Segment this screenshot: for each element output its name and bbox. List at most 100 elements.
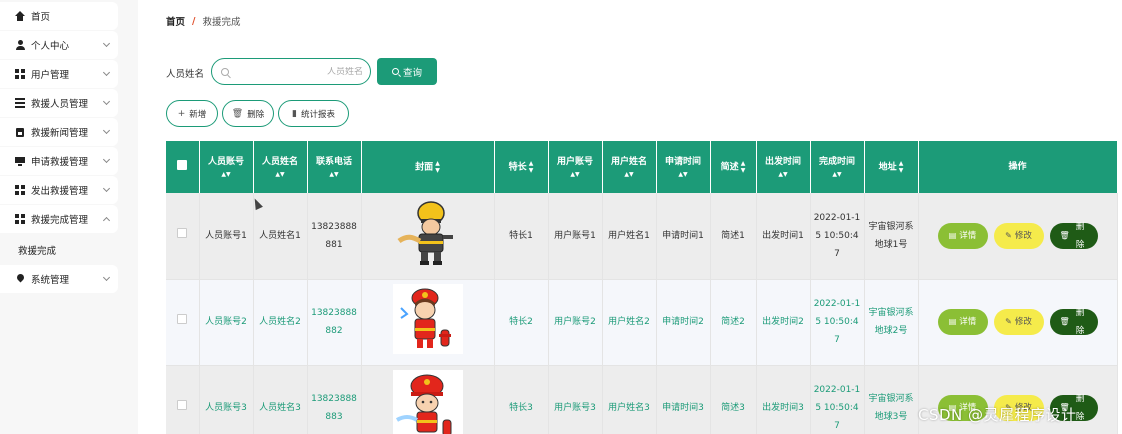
header-select-all[interactable] — [166, 141, 200, 193]
sidebar-subitem-finished[interactable]: 救援完成 — [0, 237, 118, 263]
cell-address: 宇宙银河系地球2号 — [864, 279, 919, 366]
header-user-account[interactable]: 用户账号 ▲▼ — [548, 141, 603, 193]
row-checkbox-cell[interactable] — [166, 193, 200, 280]
cell-finish-time: 2022-01-15 10:50:47 — [810, 279, 865, 366]
cell-finish-time: 2022-01-15 10:50:47 — [810, 365, 865, 434]
edit-button[interactable]: ✎ 修改 — [993, 222, 1044, 249]
chevron-down-icon — [102, 68, 111, 77]
sidebar-item-label: 个人中心 — [31, 41, 70, 52]
cell-cover — [361, 279, 495, 366]
header-apply-time[interactable]: 申请时间 ▲▼ — [656, 141, 711, 193]
delete-row-button-label: 删除 — [1075, 308, 1085, 336]
bar-chart-icon: ▮ — [292, 108, 297, 119]
delete-row-button[interactable]: 🗑 删除 — [1049, 308, 1098, 336]
header-account-label: 人员账号 — [207, 157, 244, 167]
pin-icon — [15, 272, 26, 284]
sidebar-item-news[interactable]: 救援新闻管理 — [0, 118, 118, 146]
document-icon: ▤ — [948, 317, 957, 326]
report-button[interactable]: ▮ 统计报表 — [278, 100, 349, 127]
header-phone[interactable]: 联系电话 ▲▼ — [307, 141, 362, 193]
select-all-checkbox[interactable] — [177, 159, 188, 170]
header-ops: 操作 — [918, 141, 1118, 193]
chevron-down-icon — [102, 126, 111, 135]
header-account[interactable]: 人员账号 ▲▼ — [199, 141, 254, 193]
grid-icon — [15, 69, 25, 79]
sidebar-item-users[interactable]: 用户管理 — [0, 60, 118, 88]
header-address[interactable]: 地址 ▲ ▼ — [864, 141, 919, 193]
cell-account: 人员账号1 — [199, 193, 254, 280]
cell-apply-time: 申请时间1 — [656, 193, 711, 280]
detail-button-label: 详情 — [959, 317, 977, 327]
delete-button[interactable]: 🗑 删除 — [222, 100, 274, 127]
detail-button[interactable]: ▤ 详情 — [937, 309, 988, 335]
cell-account: 人员账号3 — [199, 365, 254, 434]
sidebar-item-home[interactable]: 首页 — [0, 2, 118, 30]
grid-icon — [15, 214, 25, 224]
cell-cover — [361, 365, 495, 434]
detail-button[interactable]: ▤ 详情 — [937, 222, 988, 249]
header-finish-time[interactable]: 完成时间 ▲▼ — [810, 141, 865, 193]
cell-brief: 简述1 — [710, 193, 757, 280]
cell-user-account: 用户账号3 — [548, 365, 603, 434]
sidebar-item-label: 用户管理 — [31, 70, 70, 81]
breadcrumb-home[interactable]: 首页 — [166, 14, 185, 28]
delete-row-button[interactable]: 🗑 删除 — [1049, 222, 1098, 250]
search-label: 人员姓名 — [166, 69, 205, 80]
header-user-name[interactable]: 用户姓名 ▲▼ — [602, 141, 657, 193]
header-phone-label: 联系电话 — [315, 157, 352, 167]
sort-icon: ▲▼ — [528, 159, 534, 174]
cell-phone: 13823888882 — [307, 279, 362, 366]
search-box — [211, 58, 371, 85]
header-specialty[interactable]: 特长 ▲ ▼ — [494, 141, 549, 193]
sidebar-item-label: 首页 — [31, 12, 51, 23]
sidebar-subitem-label: 救援完成 — [18, 246, 57, 257]
sidebar-item-label: 救援完成管理 — [31, 215, 89, 226]
grid-icon — [15, 185, 25, 195]
breadcrumb-separator: / — [192, 15, 196, 27]
search-input[interactable] — [233, 66, 363, 77]
header-depart-time[interactable]: 出发时间 ▲▼ — [756, 141, 811, 193]
cell-depart-time: 出发时间1 — [756, 193, 811, 280]
detail-button-label: 详情 — [959, 230, 977, 241]
row-checkbox[interactable] — [177, 227, 188, 238]
sort-icon: ▲▼ — [435, 159, 440, 174]
sidebar-item-finished[interactable]: 救援完成管理 — [0, 205, 118, 233]
query-button-label: 查询 — [402, 67, 422, 79]
row-checkbox-cell[interactable] — [166, 365, 200, 434]
row-checkbox[interactable] — [177, 314, 188, 324]
user-icon — [15, 40, 25, 50]
sidebar-item-profile[interactable]: 个人中心 — [0, 31, 118, 59]
edit-button[interactable]: ✎ 修改 — [993, 309, 1044, 335]
sidebar-item-system[interactable]: 系统管理 — [0, 265, 118, 293]
firefighter-avatar-image — [397, 201, 453, 266]
trash-icon: 🗑 — [1059, 317, 1070, 326]
header-brief-label: 简述 — [720, 162, 739, 173]
pencil-icon: ✎ — [1005, 230, 1012, 240]
cell-phone: 13823888881 — [307, 193, 362, 280]
sidebar-item-rescuers[interactable]: 救援人员管理 — [0, 89, 118, 117]
document-icon: ▤ — [948, 230, 957, 240]
query-button[interactable]: 查询 — [377, 58, 437, 85]
header-name-label: 人员姓名 — [261, 157, 298, 167]
sidebar-item-dispatch[interactable]: 发出救援管理 — [0, 176, 118, 204]
row-checkbox-cell[interactable] — [166, 279, 200, 366]
header-name[interactable]: 人员姓名 ▲▼ — [253, 141, 308, 193]
sidebar-item-apply[interactable]: 申请救援管理 — [0, 147, 118, 175]
row-checkbox[interactable] — [177, 400, 188, 410]
header-address-label: 地址 — [878, 162, 897, 173]
chevron-down-icon — [102, 184, 111, 193]
cell-user-name: 用户姓名1 — [602, 193, 657, 280]
chevron-down-icon — [102, 97, 111, 106]
cell-ops: ▤ 详情 ✎ 修改 🗑 删除 — [918, 279, 1118, 366]
cell-user-account: 用户账号1 — [548, 193, 603, 280]
add-button[interactable]: + 新增 — [166, 100, 218, 127]
sort-icon: ▲▼ — [832, 171, 842, 178]
delete-button-label: 删除 — [247, 109, 265, 120]
header-brief[interactable]: 简述 ▲ ▼ — [710, 141, 757, 193]
plus-icon: + — [177, 108, 186, 119]
firefighter-boy-avatar-image — [392, 369, 463, 434]
sidebar: 首页 个人中心 用户管理 救援人员管理 救援新闻管理 申请救援管理 发出救援管理… — [0, 0, 138, 434]
sort-icon: ▲▼ — [624, 171, 634, 178]
header-cover[interactable]: 封面 ▲ ▼ — [361, 141, 495, 193]
pencil-icon: ✎ — [1005, 317, 1012, 326]
